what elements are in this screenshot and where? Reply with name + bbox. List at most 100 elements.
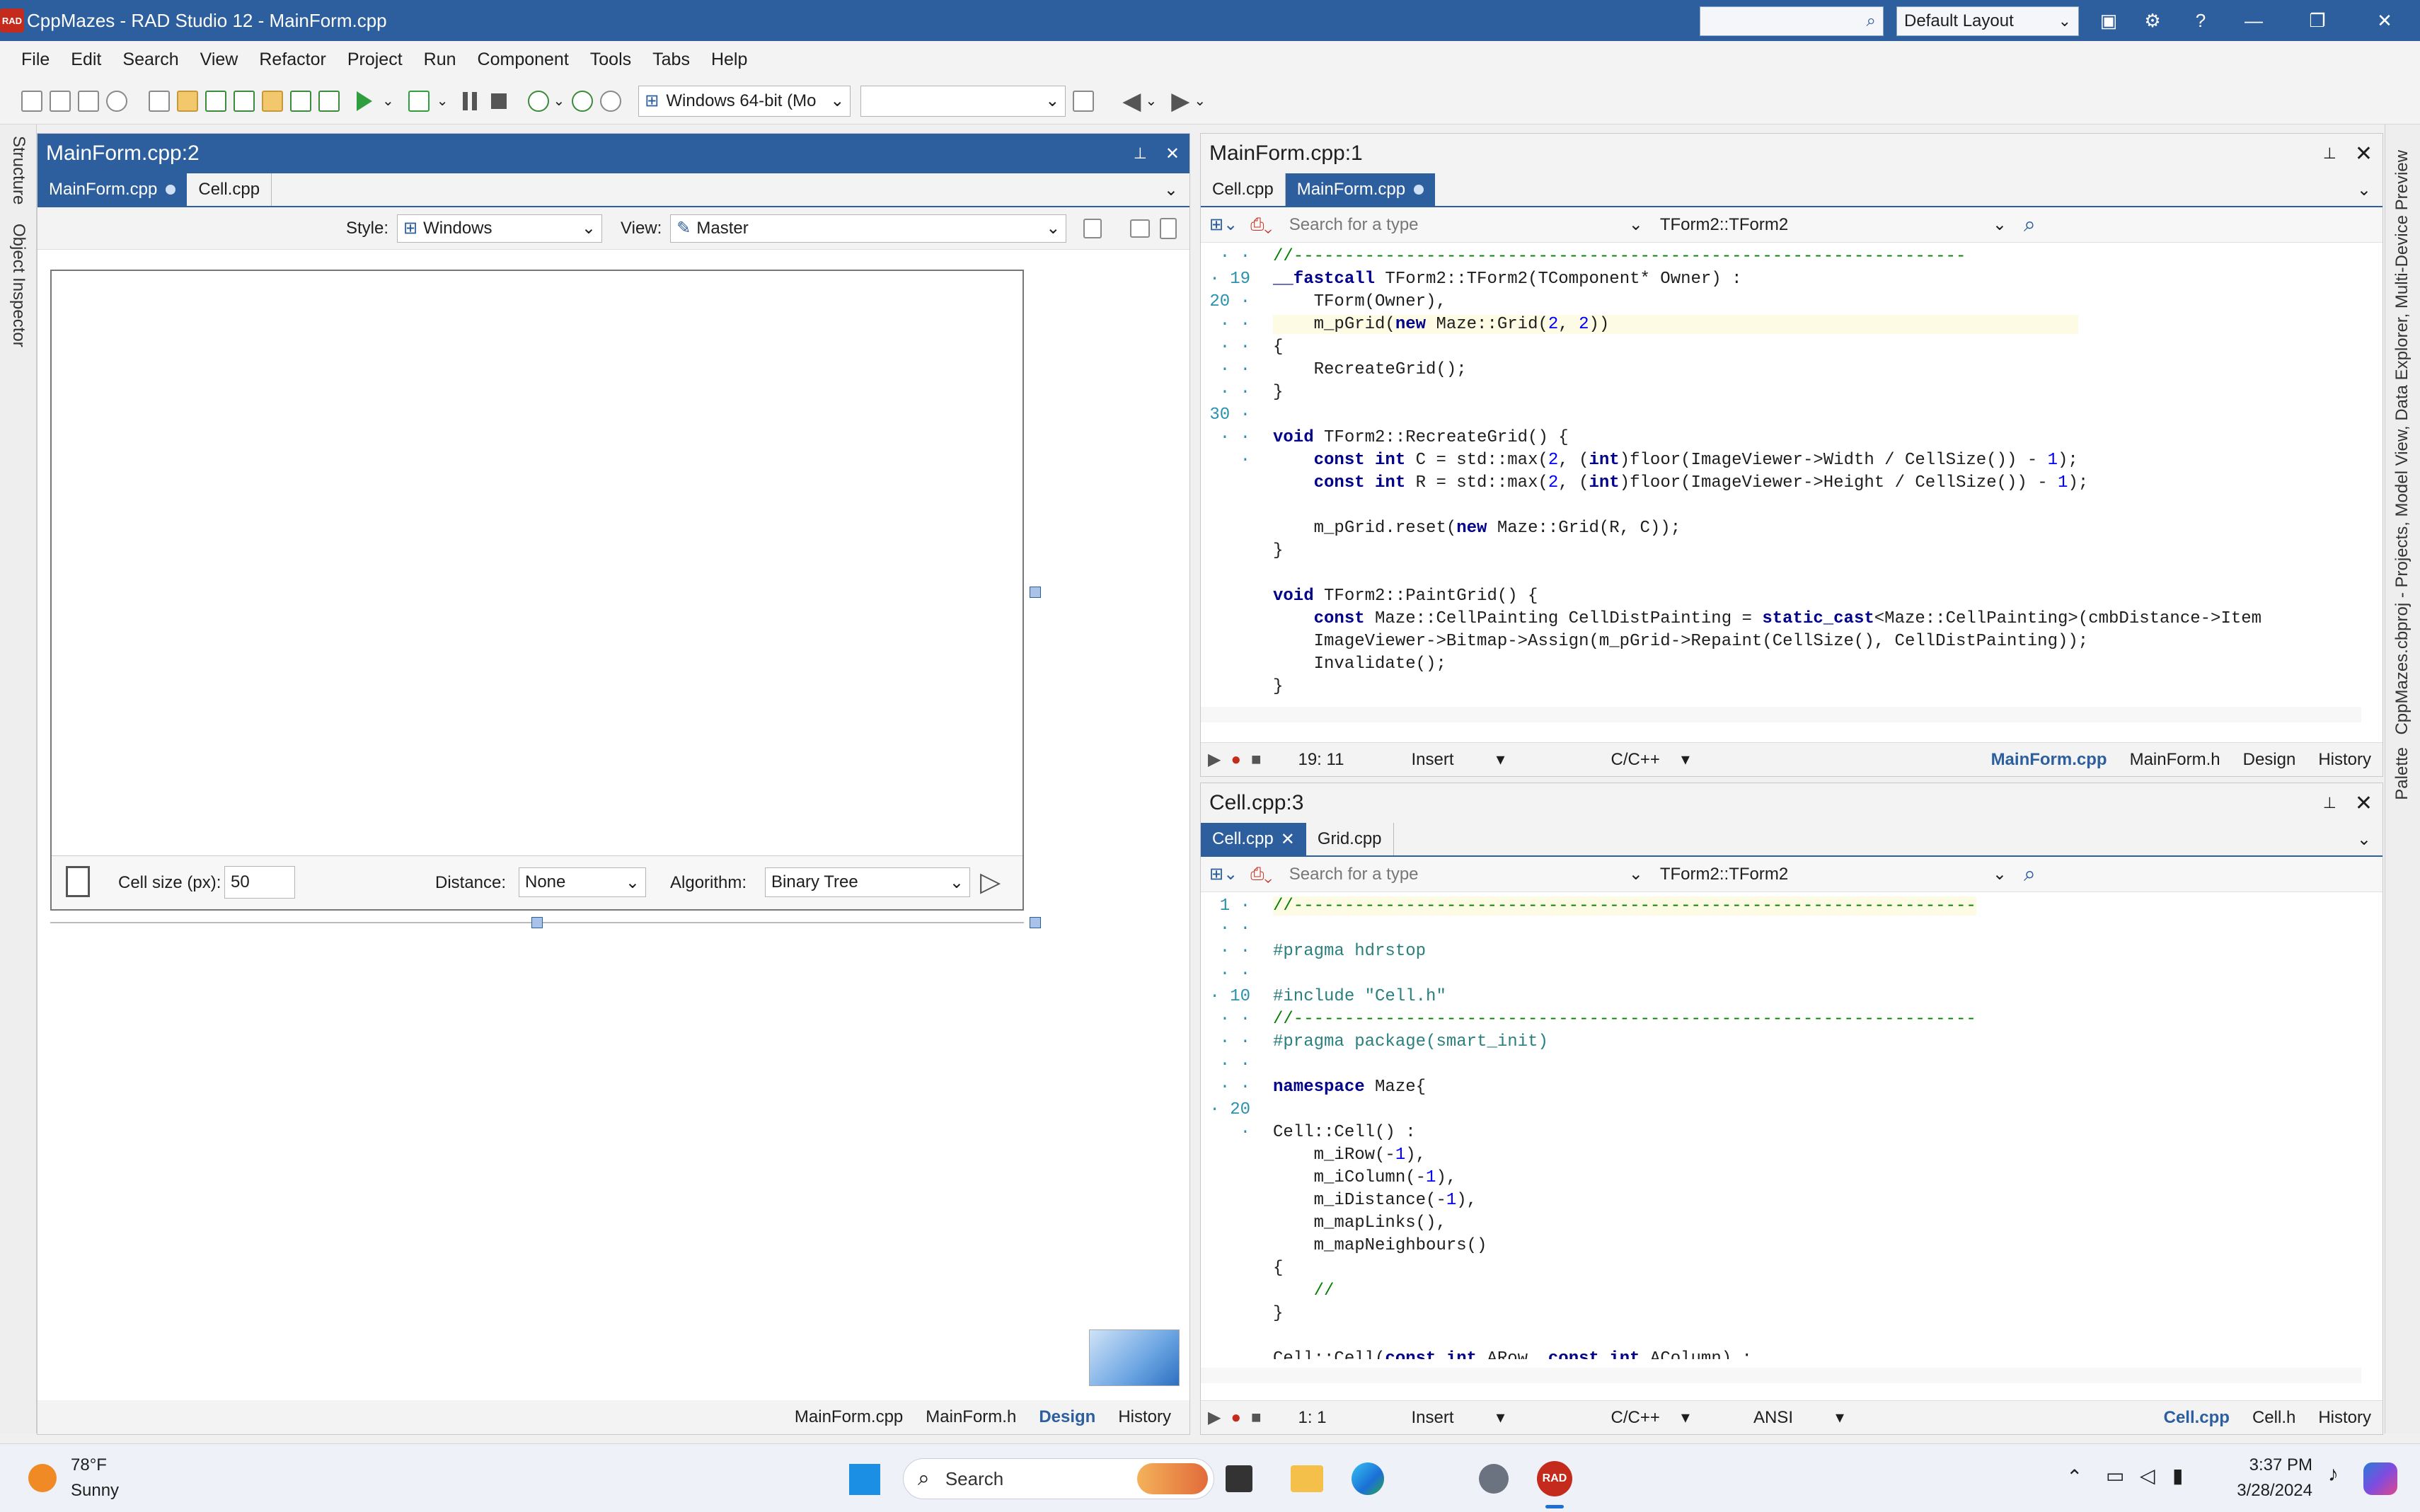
open-folder-icon[interactable] xyxy=(177,90,198,112)
record-macro-icon[interactable]: ● xyxy=(1231,750,1241,770)
battery-icon[interactable]: ▮ xyxy=(2172,1464,2183,1487)
stop-macro-icon[interactable]: ■ xyxy=(1251,1408,1262,1428)
open-folder-icon-2[interactable] xyxy=(262,90,283,112)
layout-save-icon[interactable]: ▣ xyxy=(2087,6,2130,35)
search-icon[interactable]: ⌕ xyxy=(2024,213,2036,237)
chevron-down-icon[interactable]: ▾ xyxy=(1497,1407,1505,1428)
maximize-button[interactable]: ❐ xyxy=(2296,6,2339,35)
code-area[interactable]: · · · 19 20 · · · · · · · · · 30 · · · ·… xyxy=(1201,243,2382,696)
settings-icon[interactable] xyxy=(1479,1464,1509,1494)
form-preview-thumbnail[interactable] xyxy=(1089,1329,1180,1386)
bottom-tab-design[interactable]: Design xyxy=(1027,1407,1107,1427)
menu-file[interactable]: File xyxy=(21,50,50,70)
add-view-icon[interactable] xyxy=(1083,218,1102,238)
help-icon[interactable]: ? xyxy=(2179,6,2222,35)
bottom-tab-history[interactable]: History xyxy=(2307,1408,2382,1428)
play-icon[interactable]: ▷ xyxy=(980,866,1001,898)
save-as-icon[interactable] xyxy=(234,90,255,112)
menu-run[interactable]: Run xyxy=(424,50,456,70)
resize-handle[interactable] xyxy=(531,917,543,928)
class-view-icon[interactable]: ⊞⌄ xyxy=(1209,214,1238,235)
menu-project[interactable]: Project xyxy=(347,50,403,70)
clock-time[interactable]: 3:37 PM xyxy=(2222,1455,2312,1475)
chevron-down-icon[interactable]: ⌄ xyxy=(1629,214,1643,235)
bottom-tab-design[interactable]: Design xyxy=(2232,750,2307,770)
remove-from-project-icon[interactable] xyxy=(318,90,340,112)
pin-icon[interactable]: ⊥ xyxy=(1134,144,1147,163)
close-icon[interactable]: ✕ xyxy=(2355,142,2373,166)
horizontal-scrollbar[interactable] xyxy=(1201,707,2361,722)
run-without-debug-icon[interactable] xyxy=(408,90,430,112)
resize-handle[interactable] xyxy=(1030,917,1041,928)
menu-help[interactable]: Help xyxy=(711,50,747,70)
close-icon[interactable]: ✕ xyxy=(2355,791,2373,816)
cell-size-input[interactable]: 50 xyxy=(224,866,295,899)
new-items-icon[interactable] xyxy=(21,90,42,112)
taskbar-search-box[interactable]: ⌕ Search xyxy=(903,1458,1214,1499)
bottom-tab-mainform-cpp[interactable]: MainForm.cpp xyxy=(783,1407,914,1427)
step-over-icon[interactable] xyxy=(527,90,549,112)
task-view-icon[interactable] xyxy=(1226,1465,1252,1492)
play-macro-icon[interactable]: ▶ xyxy=(1208,749,1221,770)
pin-icon[interactable]: ⊥ xyxy=(2323,794,2337,812)
menu-tabs[interactable]: Tabs xyxy=(652,50,690,70)
object-inspector-tab[interactable]: Object Inspector xyxy=(8,224,28,347)
algorithm-combo[interactable]: Binary Tree ⌄ xyxy=(765,867,970,897)
close-all-icon[interactable] xyxy=(106,90,127,112)
distance-combo[interactable]: None ⌄ xyxy=(519,867,646,897)
run-to-cursor-icon[interactable] xyxy=(600,90,622,112)
trace-into-icon[interactable] xyxy=(572,90,594,112)
projects-tab[interactable]: CppMazes.cbproj - Projects, Model View, … xyxy=(2392,150,2412,735)
bottom-tab-history[interactable]: History xyxy=(1107,1407,1182,1427)
back-arrow-icon[interactable]: ◀ xyxy=(1122,87,1141,115)
edge-icon[interactable] xyxy=(1352,1462,1384,1495)
platform-combo[interactable]: ⊞ Windows 64-bit (Mo ⌄ xyxy=(638,85,851,117)
close-icon[interactable]: ✕ xyxy=(1165,144,1180,164)
chevron-down-icon[interactable]: ⌄ xyxy=(2357,829,2371,850)
structure-tab[interactable]: Structure xyxy=(8,136,28,204)
tab-mainform-cpp[interactable]: MainForm.cpp xyxy=(38,173,188,206)
add-to-project-icon[interactable] xyxy=(290,90,311,112)
chevron-down-icon[interactable]: ⌄ xyxy=(553,92,565,110)
horizontal-scrollbar[interactable] xyxy=(1201,1368,2361,1383)
menu-component[interactable]: Component xyxy=(478,50,569,70)
file-explorer-icon[interactable] xyxy=(1291,1465,1323,1492)
landscape-icon[interactable] xyxy=(1130,219,1151,238)
language-combo[interactable]: C/C++ xyxy=(1611,1408,1660,1428)
view-combo[interactable]: ✎ Master ⌄ xyxy=(670,214,1067,243)
open-project-icon[interactable] xyxy=(50,90,71,112)
pause-icon[interactable] xyxy=(462,91,477,110)
menu-view[interactable]: View xyxy=(200,50,238,70)
stop-macro-icon[interactable]: ■ xyxy=(1251,750,1262,770)
bottom-tab-mainform-cpp[interactable]: MainForm.cpp xyxy=(1980,750,2119,770)
encoding-combo[interactable]: ANSI xyxy=(1753,1408,1793,1428)
bottom-tab-cell-cpp[interactable]: Cell.cpp xyxy=(2153,1408,2241,1428)
class-view-icon[interactable]: ⊞⌄ xyxy=(1209,864,1238,884)
chevron-down-icon[interactable]: ⌄ xyxy=(1629,864,1643,884)
record-macro-icon[interactable]: ● xyxy=(1231,1408,1241,1428)
portrait-icon[interactable] xyxy=(1160,217,1177,239)
device-combo[interactable]: ⌄ xyxy=(860,85,1066,117)
pin-icon[interactable]: ⊥ xyxy=(2323,144,2337,163)
chevron-down-icon[interactable]: ▾ xyxy=(1836,1407,1844,1428)
search-icon[interactable]: ⌕ xyxy=(2024,862,2036,887)
save-all-icon[interactable] xyxy=(78,90,99,112)
tab-cell-cpp[interactable]: Cell.cpp xyxy=(1201,173,1286,206)
type-search-input[interactable]: Search for a type xyxy=(1289,215,1629,235)
tab-cell-cpp[interactable]: Cell.cpp xyxy=(187,173,272,206)
play-macro-icon[interactable]: ▶ xyxy=(1208,1407,1221,1428)
chevron-down-icon[interactable]: ▾ xyxy=(1681,749,1690,770)
menu-edit[interactable]: Edit xyxy=(71,50,101,70)
chevron-down-icon[interactable]: ▾ xyxy=(1681,1407,1690,1428)
bottom-tab-cell-h[interactable]: Cell.h xyxy=(2241,1408,2307,1428)
run-icon[interactable] xyxy=(357,91,372,111)
minimize-button[interactable]: — xyxy=(2232,6,2275,35)
chevron-down-icon[interactable]: ⌄ xyxy=(1993,214,2007,235)
chevron-down-icon[interactable]: ⌄ xyxy=(1993,864,2007,884)
code-area[interactable]: 1 · · · · · · · · 10 · · · · · · · · · 2… xyxy=(1201,892,2382,1359)
bottom-tab-mainform-h[interactable]: MainForm.h xyxy=(2119,750,2232,770)
code-text[interactable]: //--------------------------------------… xyxy=(1273,246,2261,696)
language-combo[interactable]: C/C++ xyxy=(1611,750,1660,770)
form-canvas[interactable]: Cell size (px): 50 Distance: None ⌄ Algo… xyxy=(50,270,1024,911)
close-icon[interactable]: ✕ xyxy=(1281,829,1295,850)
